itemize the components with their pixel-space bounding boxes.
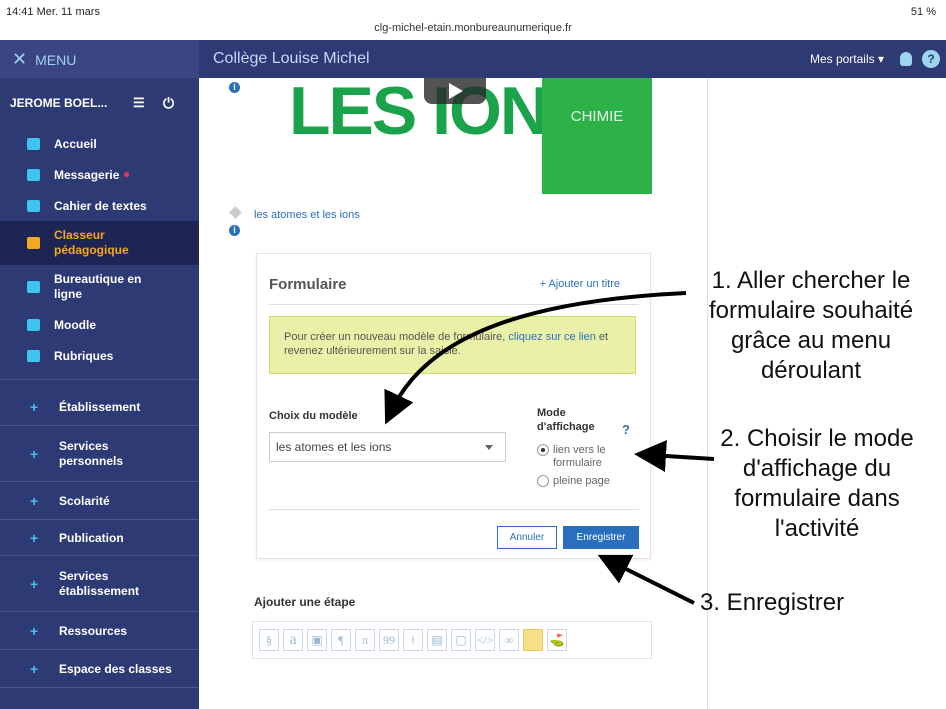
arrow-step3: [597, 554, 695, 605]
annotation-arrows: [384, 291, 715, 605]
arrow-step1: [384, 291, 687, 425]
arrow-step2: [634, 440, 715, 472]
